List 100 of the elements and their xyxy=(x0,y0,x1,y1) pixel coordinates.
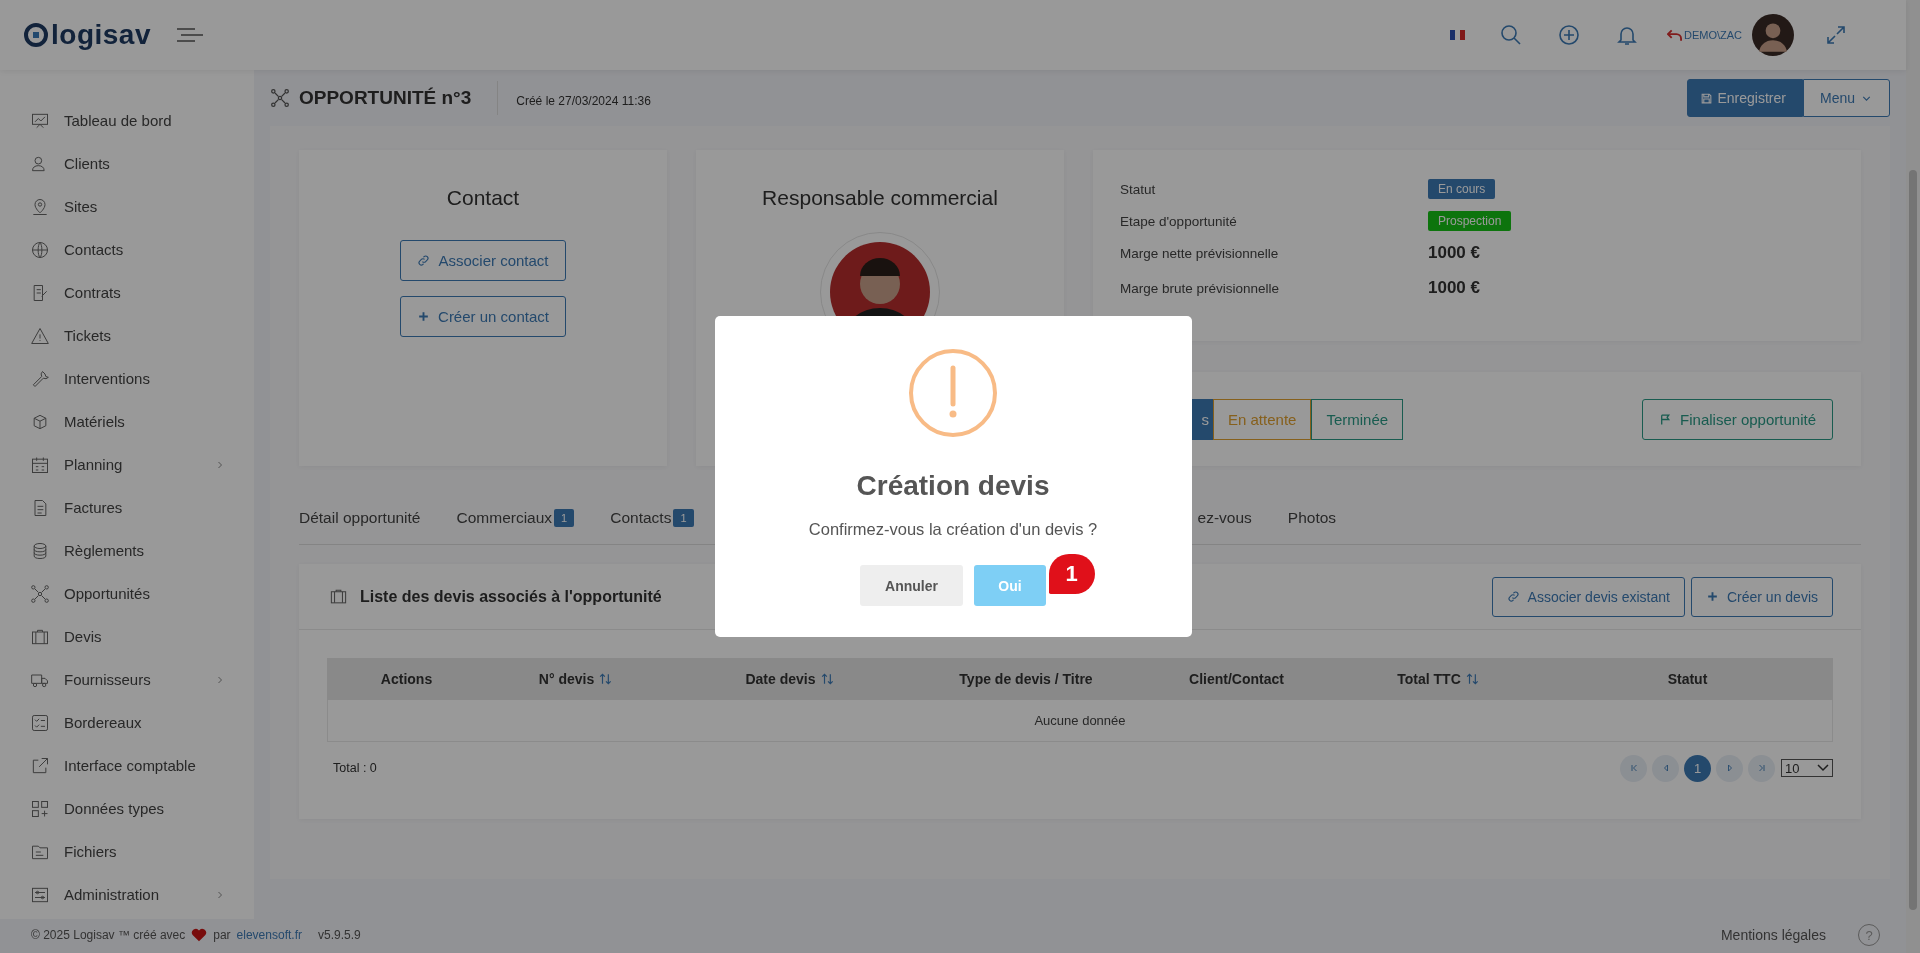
pager-button[interactable] xyxy=(1620,754,1647,782)
column-header[interactable]: Client/Contact xyxy=(1189,671,1284,687)
cancel-button[interactable]: Annuler xyxy=(860,565,963,606)
briefcase-icon xyxy=(329,587,348,606)
column-header[interactable]: Statut xyxy=(1667,671,1708,687)
sidebar-item[interactable]: Planning xyxy=(0,443,254,486)
sidebar-item[interactable]: Fichiers xyxy=(0,830,254,873)
step-tab[interactable]: Terminée xyxy=(1311,398,1404,440)
page-size-select[interactable]: 10 xyxy=(1781,759,1833,777)
page-number[interactable]: 1 xyxy=(1684,754,1711,782)
menu-icon[interactable] xyxy=(177,27,203,43)
warning-icon xyxy=(908,348,998,438)
sidebar-item[interactable]: Contacts xyxy=(0,228,254,271)
legal-link[interactable]: Mentions légales xyxy=(1720,927,1826,943)
expand-icon[interactable] xyxy=(1824,23,1848,47)
tab[interactable]: Commerciaux 1 xyxy=(456,509,575,527)
scrollbar[interactable] xyxy=(1906,0,1920,953)
wrench-icon xyxy=(30,368,50,389)
pager-button[interactable] xyxy=(1716,754,1743,782)
menu-button[interactable]: Menu xyxy=(1802,79,1890,117)
dialog-title: Création devis xyxy=(856,470,1050,502)
sidebar-item[interactable]: Tableau de bord xyxy=(0,99,254,142)
sidebar-item[interactable]: Sites xyxy=(0,185,254,228)
column-header[interactable]: N° devis xyxy=(538,671,595,687)
tab[interactable]: Contacts 1 xyxy=(610,509,694,527)
avatar-icon[interactable] xyxy=(1752,14,1794,56)
tab[interactable]: ez-vous xyxy=(1197,509,1252,527)
globe-icon xyxy=(30,239,50,260)
flag-icon xyxy=(1659,412,1673,426)
save-button[interactable]: Enregistrer xyxy=(1686,79,1803,117)
page-title: OPPORTUNITÉ n°3 xyxy=(299,81,499,115)
field-label: Marge brute prévisionnelle xyxy=(1120,280,1281,296)
caret-icon xyxy=(1817,764,1829,772)
column-header[interactable]: Total TTC xyxy=(1397,671,1461,687)
column-header[interactable]: Type de devis / Titre xyxy=(959,671,1093,687)
associate-button[interactable]: Associer contact xyxy=(400,240,566,281)
scroll-thumb[interactable] xyxy=(1909,170,1917,910)
sidebar-item[interactable]: Matériels xyxy=(0,400,254,443)
location-pin-icon xyxy=(30,196,50,217)
plus-icon xyxy=(417,310,431,323)
card-title: Responsable commercial xyxy=(762,186,998,210)
count-badge: 1 xyxy=(673,509,694,527)
link-icon xyxy=(417,254,431,267)
checklist-icon xyxy=(30,712,50,733)
field-value: 1000 € xyxy=(1428,243,1480,263)
flag-icon[interactable] xyxy=(1449,30,1465,40)
column-header[interactable]: Date devis xyxy=(745,671,816,687)
user-name[interactable]: DEMO\ZAC xyxy=(1683,29,1742,41)
dialog-message: Confirmez-vous la création d'un devis ? xyxy=(808,520,1098,539)
sidebar-item[interactable]: Règlements xyxy=(0,529,254,572)
step-marker: 1 xyxy=(1048,554,1095,594)
field-label: Statut xyxy=(1120,181,1157,197)
sidebar-item[interactable]: Tickets xyxy=(0,314,254,357)
field-label: Etape d'opportunité xyxy=(1120,213,1238,229)
heart-icon xyxy=(191,928,208,942)
network-icon xyxy=(270,88,290,108)
sidebar-item[interactable]: Bordereaux xyxy=(0,701,254,744)
sidebar-item[interactable]: Factures xyxy=(0,486,254,529)
warning-icon xyxy=(30,325,50,346)
creation-date: Créé le 27/03/2024 11:36 xyxy=(516,93,651,108)
return-arrow-icon[interactable] xyxy=(1666,29,1682,41)
finalize-button[interactable]: Finaliser opportunité xyxy=(1642,398,1833,440)
field-label: Marge nette prévisionnelle xyxy=(1120,245,1280,261)
tab[interactable]: Détail opportunité xyxy=(299,509,421,527)
status-badge: En cours xyxy=(1428,179,1496,199)
total-count: Total : 0 xyxy=(333,761,377,775)
create-button[interactable]: Créer un devis xyxy=(1690,576,1833,617)
pager-button[interactable] xyxy=(1652,754,1679,782)
section-title: Liste des devis associés à l'opportunité xyxy=(360,587,662,606)
version-text: v5.9.5.9 xyxy=(318,928,361,942)
plus-icon xyxy=(1705,590,1719,603)
sidebar-item[interactable]: Interventions xyxy=(0,357,254,400)
pager-button[interactable] xyxy=(1748,754,1775,782)
associate-button[interactable]: Associer devis existant xyxy=(1491,576,1685,617)
sidebar-item[interactable]: Fournisseurs xyxy=(0,658,254,701)
search-icon[interactable] xyxy=(1498,23,1523,47)
field-value: 1000 € xyxy=(1428,278,1480,298)
external-link-icon xyxy=(30,755,50,776)
copyright-text: © 2025 Logisav ™ créé avec xyxy=(31,928,186,942)
sidebar-item[interactable]: Administration xyxy=(0,873,254,916)
network-icon xyxy=(30,583,50,604)
tab[interactable]: Photos xyxy=(1287,509,1337,527)
logo-text: logisav xyxy=(51,19,151,51)
status-badge: Prospection xyxy=(1428,211,1512,231)
credit-text: par xyxy=(213,928,231,942)
sidebar-item[interactable]: Données types xyxy=(0,787,254,830)
grid-plus-icon xyxy=(30,798,50,819)
sidebar-item[interactable]: Interface comptable xyxy=(0,744,254,787)
add-icon[interactable] xyxy=(1556,23,1581,47)
logo-icon xyxy=(24,23,48,47)
website-link[interactable]: elevensoft.fr xyxy=(236,928,302,942)
count-badge: 1 xyxy=(554,509,575,527)
create-button[interactable]: Créer un contact xyxy=(400,296,566,337)
sidebar-item[interactable]: Contrats xyxy=(0,271,254,314)
empty-message: Aucune donnée xyxy=(1034,713,1126,728)
sidebar-item[interactable]: Clients xyxy=(0,142,254,185)
sidebar-item[interactable]: Opportunités xyxy=(0,572,254,615)
column-header[interactable]: Actions xyxy=(380,671,433,687)
card-title: Contact xyxy=(446,186,520,210)
sidebar-item[interactable]: Devis xyxy=(0,615,254,658)
